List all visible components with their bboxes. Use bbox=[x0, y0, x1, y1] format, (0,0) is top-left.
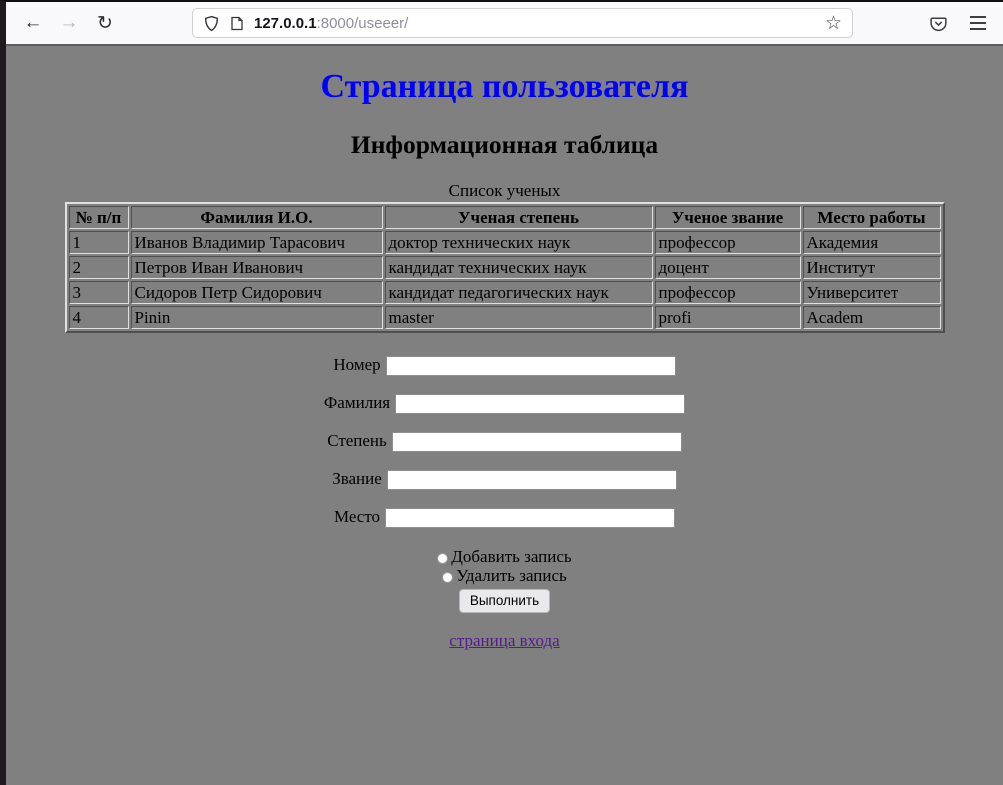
form-row: Номер bbox=[6, 354, 1003, 375]
cell-workplace: Academ bbox=[803, 306, 941, 329]
record-form: Номер Фамилия Степень Звание Место Добав… bbox=[6, 354, 1003, 613]
surname-input[interactable] bbox=[395, 394, 685, 414]
radio-row: Удалить запись bbox=[6, 566, 1003, 585]
page-title: Страница пользователя bbox=[6, 68, 1003, 106]
cell-rank: профессор bbox=[655, 231, 801, 254]
cell-number: 1 bbox=[69, 231, 129, 254]
radio-row: Добавить запись bbox=[6, 547, 1003, 566]
rank-input[interactable] bbox=[387, 470, 677, 490]
degree-field-label: Степень bbox=[327, 431, 387, 450]
table-row: 3 Сидоров Петр Сидорович кандидат педаго… bbox=[69, 281, 941, 304]
cell-name: Петров Иван Иванович bbox=[131, 256, 383, 279]
reload-button[interactable]: ↻ bbox=[92, 10, 118, 36]
shield-icon[interactable] bbox=[203, 15, 220, 32]
cell-number: 4 bbox=[69, 306, 129, 329]
page-subtitle: Информационная таблица bbox=[6, 130, 1003, 160]
surname-field-label: Фамилия bbox=[324, 393, 390, 412]
number-field-label: Номер bbox=[333, 355, 380, 374]
web-page: Страница пользователя Информационная таб… bbox=[6, 68, 1003, 651]
pocket-icon[interactable] bbox=[925, 10, 951, 36]
table-row: 1 Иванов Владимир Тарасович доктор техни… bbox=[69, 231, 941, 254]
url-path: :8000/useeer/ bbox=[317, 15, 409, 32]
cell-degree: доктор технических наук bbox=[385, 231, 653, 254]
browser-toolbar: ← → ↻ 127.0.0.1:8000/useeer/ ☆ bbox=[6, 2, 1003, 46]
column-header: Ученое звание bbox=[655, 206, 801, 229]
table-row: 2 Петров Иван Иванович кандидат техничес… bbox=[69, 256, 941, 279]
button-row: Выполнить bbox=[6, 589, 1003, 613]
page-info-icon bbox=[230, 16, 244, 31]
cell-number: 2 bbox=[69, 256, 129, 279]
place-field-label: Место bbox=[334, 507, 380, 526]
cell-name: Сидоров Петр Сидорович bbox=[131, 281, 383, 304]
login-page-link[interactable]: страница входа bbox=[449, 631, 559, 650]
column-header: Ученая степень bbox=[385, 206, 653, 229]
form-row: Фамилия bbox=[6, 392, 1003, 413]
rank-field-label: Звание bbox=[332, 469, 382, 488]
url-text: 127.0.0.1:8000/useeer/ bbox=[254, 15, 821, 32]
form-row: Звание bbox=[6, 468, 1003, 489]
column-header: Место работы bbox=[803, 206, 941, 229]
cell-degree: кандидат педагогических наук bbox=[385, 281, 653, 304]
add-record-radio-label: Добавить запись bbox=[451, 547, 571, 566]
place-input[interactable] bbox=[385, 508, 675, 528]
url-bar[interactable]: 127.0.0.1:8000/useeer/ ☆ bbox=[192, 8, 853, 38]
form-row: Место bbox=[6, 506, 1003, 527]
cell-workplace: Академия bbox=[803, 231, 941, 254]
action-radio-group: Добавить запись Удалить запись bbox=[6, 547, 1003, 585]
column-header: Фамилия И.О. bbox=[131, 206, 383, 229]
cell-name: Pinin bbox=[131, 306, 383, 329]
url-host: 127.0.0.1 bbox=[254, 15, 317, 32]
cell-number: 3 bbox=[69, 281, 129, 304]
table-header-row: № п/п Фамилия И.О. Ученая степень Ученое… bbox=[69, 206, 941, 229]
execute-button[interactable]: Выполнить bbox=[459, 589, 550, 613]
degree-input[interactable] bbox=[392, 432, 682, 452]
delete-record-radio-label: Удалить запись bbox=[456, 566, 567, 585]
forward-button[interactable]: → bbox=[56, 10, 82, 36]
cell-workplace: Университет bbox=[803, 281, 941, 304]
link-row: страница входа bbox=[6, 631, 1003, 651]
add-record-radio[interactable] bbox=[437, 553, 448, 564]
table-row: 4 Pinin master profi Academ bbox=[69, 306, 941, 329]
scientists-table: Список ученых № п/п Фамилия И.О. Ученая … bbox=[65, 181, 945, 333]
bookmark-star-icon[interactable]: ☆ bbox=[821, 12, 846, 35]
table-caption: Список ученых bbox=[65, 181, 945, 202]
form-row: Степень bbox=[6, 430, 1003, 451]
back-button[interactable]: ← bbox=[20, 10, 46, 36]
cell-degree: кандидат технических наук bbox=[385, 256, 653, 279]
browser-window: ← → ↻ 127.0.0.1:8000/useeer/ ☆ bbox=[0, 0, 1003, 785]
cell-rank: доцент bbox=[655, 256, 801, 279]
menu-icon[interactable] bbox=[965, 10, 991, 36]
cell-rank: profi bbox=[655, 306, 801, 329]
cell-name: Иванов Владимир Тарасович bbox=[131, 231, 383, 254]
column-header: № п/п bbox=[69, 206, 129, 229]
cell-workplace: Институт bbox=[803, 256, 941, 279]
cell-degree: master bbox=[385, 306, 653, 329]
delete-record-radio[interactable] bbox=[442, 572, 453, 583]
cell-rank: профессор bbox=[655, 281, 801, 304]
number-input[interactable] bbox=[386, 356, 676, 376]
